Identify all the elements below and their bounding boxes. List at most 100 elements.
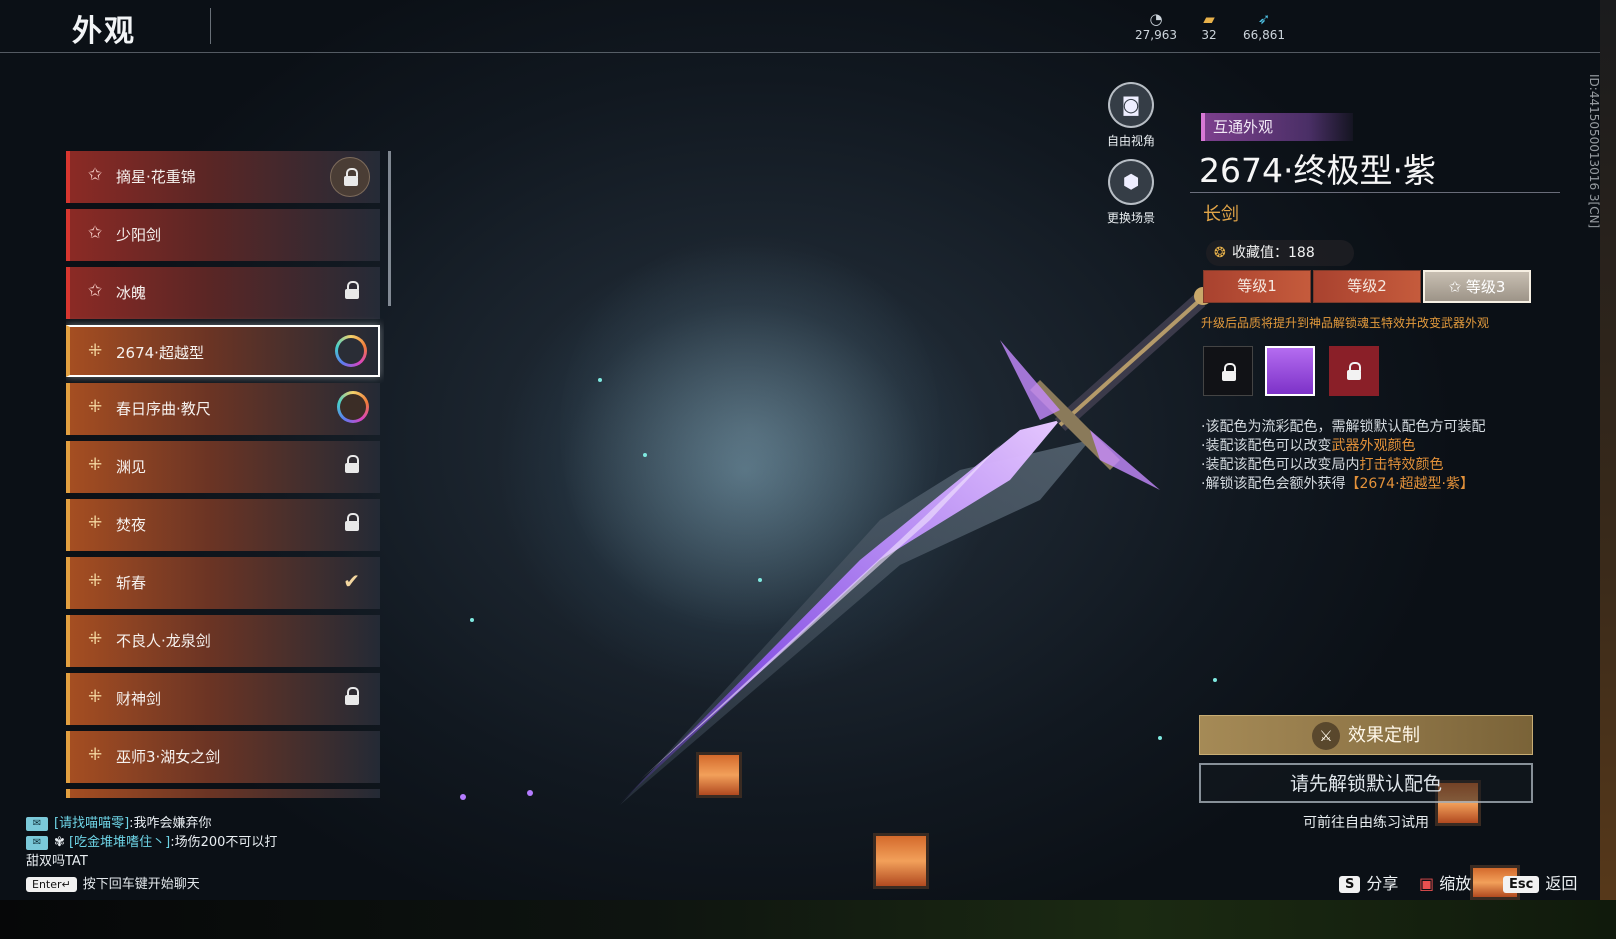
lock-icon: [344, 281, 360, 299]
back-label: 返回: [1545, 874, 1578, 893]
note-line: ·解锁该配色会额外获得【2674·超越型·紫】: [1201, 476, 1474, 492]
chat-tip-text: 按下回车键开始聊天: [82, 877, 200, 892]
currency-feather: ➶ 66,861: [1234, 10, 1294, 42]
tab-level-2[interactable]: 等级2: [1313, 270, 1421, 303]
item-label: 焚夜: [116, 516, 147, 534]
flower-icon: ⁜: [88, 513, 103, 533]
list-item[interactable]: ⁜ 财神剑: [66, 673, 380, 725]
chat-line: ✉ ✾ [吃金堆堆嗜住丶]:场伤200不可以打: [26, 831, 277, 850]
trial-hint: 可前往自由练习试用: [1303, 815, 1429, 831]
color-swatch-black[interactable]: [1203, 346, 1253, 396]
chat-sender[interactable]: [吃金堆堆嗜住丶]: [69, 835, 170, 850]
item-label: 冰魄: [116, 284, 147, 302]
team-channel-icon: ✉: [26, 835, 48, 850]
item-label: 摘星·花重锦: [116, 168, 196, 186]
flower-icon: ⁜: [88, 629, 103, 649]
list-item[interactable]: ✩ 摘星·花重锦: [66, 151, 380, 203]
star-icon: ✩: [88, 165, 103, 185]
lock-badge-icon: [330, 157, 370, 197]
list-item[interactable]: ⁜ 春日序曲·教尺: [66, 383, 380, 435]
item-label: 巫师3·湖女之剑: [116, 748, 221, 766]
tab-label: 等级3: [1465, 278, 1506, 296]
star-icon: ✩: [1448, 278, 1466, 296]
currency-value: 32: [1201, 28, 1217, 42]
chat-sender[interactable]: [请找喵喵零]: [54, 816, 129, 831]
currency-coin: ◔ 27,963: [1126, 10, 1186, 42]
note-line: ·装配该配色可以改变局内打击特效颜色: [1201, 457, 1444, 473]
color-swatch-red[interactable]: [1329, 346, 1379, 396]
item-label: 财神剑: [116, 690, 162, 708]
player-uid: ID:4415050013016 3[CN]: [1587, 74, 1601, 229]
lock-icon: [344, 455, 360, 473]
chat-text: 甜双吗TAT: [26, 854, 88, 869]
item-label: 不良人·龙泉剑: [116, 632, 211, 650]
free-view-button[interactable]: ◙ 自由视角: [1091, 82, 1171, 149]
list-item-partial[interactable]: [66, 789, 380, 798]
list-item[interactable]: ✩ 少阳剑: [66, 209, 380, 261]
title-divider: [210, 8, 211, 44]
list-scrollbar[interactable]: [388, 151, 391, 306]
list-item[interactable]: ⁜ 巫师3·湖女之剑: [66, 731, 380, 783]
list-item[interactable]: ⁜ 斩春 ✔: [66, 557, 380, 609]
item-label: 斩春: [116, 574, 147, 592]
chat-tip: Enter↵ 按下回车键开始聊天: [26, 873, 200, 892]
enter-key: Enter↵: [26, 877, 77, 892]
list-item[interactable]: ⁜ 渊见: [66, 441, 380, 493]
ticket-icon: ▰: [1203, 10, 1215, 28]
color-swatch-purple[interactable]: [1265, 346, 1315, 396]
item-label: 少阳剑: [116, 226, 162, 244]
item-label: 2674·超越型: [116, 344, 204, 362]
chat-text: :场伤200不可以打: [170, 835, 278, 850]
chat-line: 甜双吗TAT: [26, 850, 277, 869]
name-divider: [1190, 192, 1560, 193]
tab-level-3[interactable]: ✩ 等级3: [1423, 270, 1531, 303]
sword-icon: ⚔: [1312, 722, 1340, 750]
currency-ticket: ▰ 32: [1179, 10, 1239, 42]
list-item[interactable]: ⁜ 不良人·龙泉剑: [66, 615, 380, 667]
list-item-selected[interactable]: ⁜ 2674·超越型: [66, 325, 380, 377]
item-label: 春日序曲·教尺: [116, 400, 211, 418]
lock-icon: [1221, 363, 1237, 381]
effect-customize-button[interactable]: ⚔ 效果定制: [1199, 715, 1533, 755]
top-bar: 外观 ◔ 27,963 ▰ 32 ➶ 66,861: [0, 0, 1600, 54]
esc-key: Esc: [1503, 876, 1540, 893]
list-item[interactable]: ✩ 冰魄: [66, 267, 380, 319]
item-label: 渊见: [116, 458, 147, 476]
note-line: ·装配该配色可以改变武器外观颜色: [1201, 438, 1416, 454]
appearance-list[interactable]: ✩ 摘星·花重锦 ✩ 少阳剑 ✩ 冰魄 ⁜ 2674·超越型 ⁜ 春日序曲·教尺…: [66, 151, 384, 798]
share-hint[interactable]: S 分享: [1339, 870, 1398, 894]
background-edge: [1600, 0, 1616, 939]
tab-label: 等级1: [1237, 277, 1277, 295]
flower-icon: ⁜: [88, 455, 103, 475]
tab-label: 等级2: [1347, 277, 1387, 295]
color-notes: ·该配色为流彩配色，需解锁默认配色方可装配 ·装配该配色可以改变武器外观颜色 ·…: [1201, 418, 1485, 494]
feather-icon: ➶: [1257, 10, 1271, 28]
currency-value: 27,963: [1135, 28, 1177, 42]
color-ring-icon: [337, 391, 369, 423]
chat-text: :我咋会嫌弃你: [129, 816, 212, 831]
note-line: ·该配色为流彩配色，需解锁默认配色方可装配: [1201, 419, 1486, 435]
zoom-label: 缩放: [1439, 874, 1472, 893]
star-icon: ✩: [88, 223, 103, 243]
list-item[interactable]: ⁜ 焚夜: [66, 499, 380, 551]
lock-icon: [344, 513, 360, 531]
lantern: [696, 752, 742, 798]
upgrade-hint: 升级后品质将提升到神品解锁魂玉特效并改变武器外观: [1201, 316, 1490, 330]
cross-platform-tag: 互通外观: [1201, 113, 1353, 141]
collection-icon: ❂: [1214, 245, 1226, 261]
back-hint[interactable]: Esc 返回: [1503, 870, 1577, 894]
unlock-default-button[interactable]: 请先解锁默认配色: [1199, 763, 1533, 803]
tab-level-1[interactable]: 等级1: [1203, 270, 1311, 303]
lock-icon: [1346, 362, 1362, 380]
page-title: 外观: [72, 14, 136, 49]
item-name: 2674·终极型·紫: [1199, 151, 1436, 190]
team-channel-icon: ✉: [26, 816, 48, 831]
flower-icon: ⁜: [88, 341, 103, 361]
checkmark-icon: ✔: [343, 569, 360, 593]
zoom-hint[interactable]: ▣ 缩放: [1419, 870, 1471, 894]
change-scene-button[interactable]: ⬢ 更换场景: [1091, 159, 1171, 226]
lantern: [873, 833, 929, 889]
item-type: 长剑: [1203, 204, 1239, 225]
chat-panel[interactable]: ✉ [请找喵喵零]:我咋会嫌弃你 ✉ ✾ [吃金堆堆嗜住丶]:场伤200不可以打 甜…: [26, 812, 277, 869]
flower-icon: ⁜: [88, 687, 103, 707]
